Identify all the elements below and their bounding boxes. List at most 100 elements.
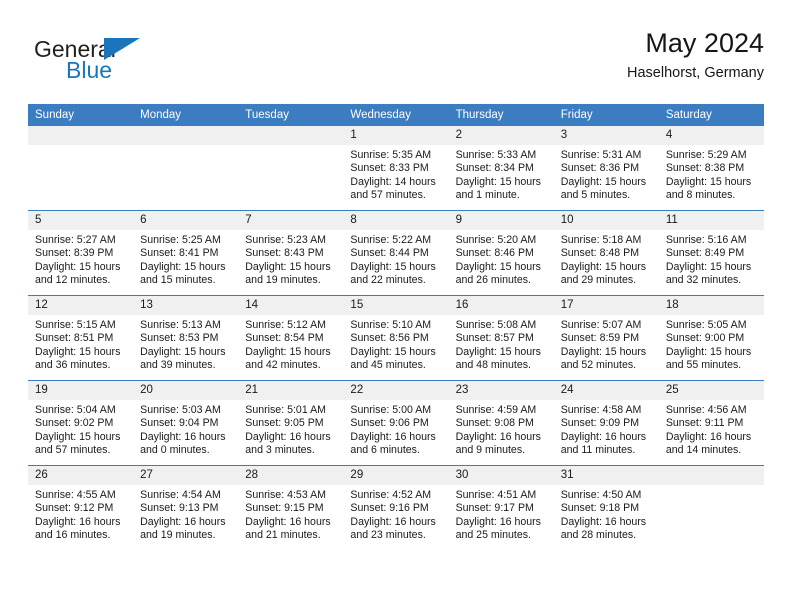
calendar-day-cell-empty	[658, 465, 764, 550]
daylight-text: Daylight: 16 hours and 28 minutes.	[560, 515, 647, 542]
day-number: 15	[343, 296, 449, 315]
sunrise-text: Sunrise: 4:52 AM	[350, 489, 432, 501]
day-number: 23	[448, 381, 554, 400]
day-number: 12	[28, 296, 134, 315]
weekday-header-wednesday: Wednesday	[343, 104, 449, 126]
calendar-day-cell[interactable]: 2 Sunrise: 5:33 AM Sunset: 8:34 PM Daylight…	[448, 126, 554, 211]
calendar-day-cell[interactable]: 15 Sunrise: 5:10 AM Sunset: 8:56 PM Dayligh…	[343, 295, 449, 381]
calendar-day-cell[interactable]: 7 Sunrise: 5:23 AM Sunset: 8:43 PM Daylight…	[238, 210, 344, 296]
calendar-page: General Blue May 2024 Haselhorst, German…	[0, 0, 792, 612]
day-details: Sunrise: 5:25 AM Sunset: 8:41 PM Daylight:…	[133, 230, 238, 288]
calendar-day-cell[interactable]: 18 Sunrise: 5:05 AM Sunset: 9:00 PM Dayligh…	[658, 295, 764, 381]
title-block: May 2024 Haselhorst, Germany	[627, 26, 764, 84]
sunset-text: Sunset: 9:06 PM	[350, 417, 429, 430]
sunrise-text: Sunrise: 5:15 AM	[35, 319, 116, 331]
sunset-text: Sunset: 8:51 PM	[35, 332, 114, 345]
calendar-day-cell-empty	[28, 126, 134, 211]
sunset-text: Sunset: 8:34 PM	[455, 162, 534, 175]
day-details: Sunrise: 5:05 AM Sunset: 9:00 PM Daylight:…	[659, 315, 764, 373]
calendar-day-cell[interactable]: 5 Sunrise: 5:27 AM Sunset: 8:39 PM Daylight…	[28, 210, 134, 296]
sunset-text: Sunset: 8:53 PM	[140, 332, 219, 345]
day-details: Sunrise: 5:23 AM Sunset: 8:43 PM Daylight:…	[238, 230, 343, 288]
daylight-text: Daylight: 15 hours and 29 minutes.	[560, 260, 647, 287]
sunrise-text: Sunrise: 5:04 AM	[35, 404, 116, 416]
day-number: 14	[238, 296, 344, 315]
sunrise-text: Sunrise: 5:05 AM	[665, 319, 747, 331]
daylight-text: Daylight: 16 hours and 16 minutes.	[35, 515, 121, 542]
calendar-week-row: 19 Sunrise: 5:04 AM Sunset: 9:02 PM Dayligh…	[28, 380, 764, 466]
calendar-day-cell[interactable]: 20 Sunrise: 5:03 AM Sunset: 9:04 PM Dayligh…	[133, 380, 239, 466]
day-number	[658, 466, 764, 485]
calendar-day-cell[interactable]: 12 Sunrise: 5:15 AM Sunset: 8:51 PM Dayligh…	[28, 295, 134, 381]
day-details: Sunrise: 5:29 AM Sunset: 8:38 PM Daylight:…	[659, 145, 764, 203]
day-number: 24	[553, 381, 659, 400]
calendar-day-cell[interactable]: 14 Sunrise: 5:12 AM Sunset: 8:54 PM Dayligh…	[238, 295, 344, 381]
sunset-text: Sunset: 8:57 PM	[455, 332, 534, 345]
sunset-text: Sunset: 8:36 PM	[560, 162, 640, 175]
page-title: May 2024	[645, 28, 764, 58]
calendar-day-cell-empty	[133, 126, 239, 211]
day-details: Sunrise: 5:08 AM Sunset: 8:57 PM Daylight:…	[449, 315, 554, 373]
calendar-day-cell[interactable]: 25 Sunrise: 4:56 AM Sunset: 9:11 PM Dayligh…	[658, 380, 764, 466]
day-details: Sunrise: 4:50 AM Sunset: 9:18 PM Daylight:…	[554, 485, 659, 543]
calendar-day-cell[interactable]: 11 Sunrise: 5:16 AM Sunset: 8:49 PM Dayligh…	[658, 210, 764, 296]
daylight-text: Daylight: 15 hours and 1 minute.	[455, 175, 541, 202]
day-details: Sunrise: 5:33 AM Sunset: 8:34 PM Daylight:…	[449, 145, 554, 203]
calendar-day-cell[interactable]: 27 Sunrise: 4:54 AM Sunset: 9:13 PM Dayligh…	[133, 465, 239, 550]
calendar-day-cell[interactable]: 4 Sunrise: 5:29 AM Sunset: 8:38 PM Daylight…	[658, 126, 764, 211]
day-details: Sunrise: 5:13 AM Sunset: 8:53 PM Daylight:…	[133, 315, 238, 373]
sunrise-text: Sunrise: 5:08 AM	[455, 319, 537, 331]
calendar-day-cell[interactable]: 23 Sunrise: 4:59 AM Sunset: 9:08 PM Dayligh…	[448, 380, 554, 466]
daylight-text: Daylight: 15 hours and 26 minutes.	[455, 260, 541, 287]
day-details: Sunrise: 5:03 AM Sunset: 9:04 PM Daylight:…	[133, 400, 238, 458]
calendar-day-cell[interactable]: 30 Sunrise: 4:51 AM Sunset: 9:17 PM Dayligh…	[448, 465, 554, 550]
daylight-text: Daylight: 16 hours and 11 minutes.	[560, 430, 647, 457]
day-details: Sunrise: 4:53 AM Sunset: 9:15 PM Daylight:…	[238, 485, 343, 543]
calendar-day-cell[interactable]: 9 Sunrise: 5:20 AM Sunset: 8:46 PM Daylight…	[448, 210, 554, 296]
calendar-day-cell[interactable]: 19 Sunrise: 5:04 AM Sunset: 9:02 PM Dayligh…	[28, 380, 134, 466]
daylight-text: Daylight: 15 hours and 57 minutes.	[35, 430, 121, 457]
calendar-day-cell[interactable]: 3 Sunrise: 5:31 AM Sunset: 8:36 PM Daylight…	[553, 126, 659, 211]
daylight-text: Daylight: 16 hours and 25 minutes.	[455, 515, 541, 542]
sunrise-text: Sunrise: 5:22 AM	[350, 234, 432, 246]
day-details: Sunrise: 5:20 AM Sunset: 8:46 PM Daylight:…	[449, 230, 554, 288]
calendar-day-cell[interactable]: 13 Sunrise: 5:13 AM Sunset: 8:53 PM Dayligh…	[133, 295, 239, 381]
sunset-text: Sunset: 8:44 PM	[350, 247, 429, 260]
calendar-day-cell[interactable]: 16 Sunrise: 5:08 AM Sunset: 8:57 PM Dayligh…	[448, 295, 554, 381]
calendar-day-cell[interactable]: 31 Sunrise: 4:50 AM Sunset: 9:18 PM Dayligh…	[553, 465, 659, 550]
day-number: 31	[553, 466, 659, 485]
calendar-day-cell[interactable]: 24 Sunrise: 4:58 AM Sunset: 9:09 PM Dayligh…	[553, 380, 659, 466]
page-header: General Blue May 2024 Haselhorst, German…	[28, 26, 764, 96]
calendar-day-cell[interactable]: 26 Sunrise: 4:55 AM Sunset: 9:12 PM Dayligh…	[28, 465, 134, 550]
day-number: 30	[448, 466, 554, 485]
calendar-day-cell[interactable]: 8 Sunrise: 5:22 AM Sunset: 8:44 PM Daylight…	[343, 210, 449, 296]
sunrise-text: Sunrise: 5:07 AM	[560, 319, 642, 331]
calendar-body: 1 Sunrise: 5:35 AM Sunset: 8:33 PM Daylight…	[28, 126, 764, 550]
calendar-day-cell[interactable]: 10 Sunrise: 5:18 AM Sunset: 8:48 PM Dayligh…	[553, 210, 659, 296]
calendar-day-cell[interactable]: 29 Sunrise: 4:52 AM Sunset: 9:16 PM Dayligh…	[343, 465, 449, 550]
daylight-text: Daylight: 15 hours and 22 minutes.	[350, 260, 436, 287]
weekday-header-thursday: Thursday	[448, 104, 554, 126]
sunset-text: Sunset: 8:43 PM	[245, 247, 324, 260]
general-blue-logo: General Blue	[34, 32, 244, 90]
calendar-day-cell[interactable]: 1 Sunrise: 5:35 AM Sunset: 8:33 PM Daylight…	[343, 126, 449, 211]
sunset-text: Sunset: 8:59 PM	[560, 332, 640, 345]
sunset-text: Sunset: 9:17 PM	[455, 502, 534, 515]
weekday-header-friday: Friday	[553, 104, 659, 126]
sunset-text: Sunset: 9:13 PM	[140, 502, 219, 515]
day-number: 25	[658, 381, 764, 400]
calendar-day-cell[interactable]: 28 Sunrise: 4:53 AM Sunset: 9:15 PM Dayligh…	[238, 465, 344, 550]
sunrise-text: Sunrise: 4:50 AM	[560, 489, 642, 501]
calendar-day-cell[interactable]: 21 Sunrise: 5:01 AM Sunset: 9:05 PM Dayligh…	[238, 380, 344, 466]
calendar-day-cell[interactable]: 22 Sunrise: 5:00 AM Sunset: 9:06 PM Dayligh…	[343, 380, 449, 466]
sunset-text: Sunset: 8:49 PM	[665, 247, 745, 260]
sunset-text: Sunset: 9:18 PM	[560, 502, 640, 515]
sunrise-text: Sunrise: 5:27 AM	[35, 234, 116, 246]
calendar-day-cell[interactable]: 6 Sunrise: 5:25 AM Sunset: 8:41 PM Daylight…	[133, 210, 239, 296]
calendar-day-cell[interactable]: 17 Sunrise: 5:07 AM Sunset: 8:59 PM Dayligh…	[553, 295, 659, 381]
sunrise-text: Sunrise: 5:33 AM	[455, 149, 537, 161]
day-details: Sunrise: 5:31 AM Sunset: 8:36 PM Daylight:…	[554, 145, 659, 203]
day-number: 20	[133, 381, 239, 400]
sunset-text: Sunset: 9:02 PM	[35, 417, 114, 430]
daylight-text: Daylight: 14 hours and 57 minutes.	[350, 175, 436, 202]
